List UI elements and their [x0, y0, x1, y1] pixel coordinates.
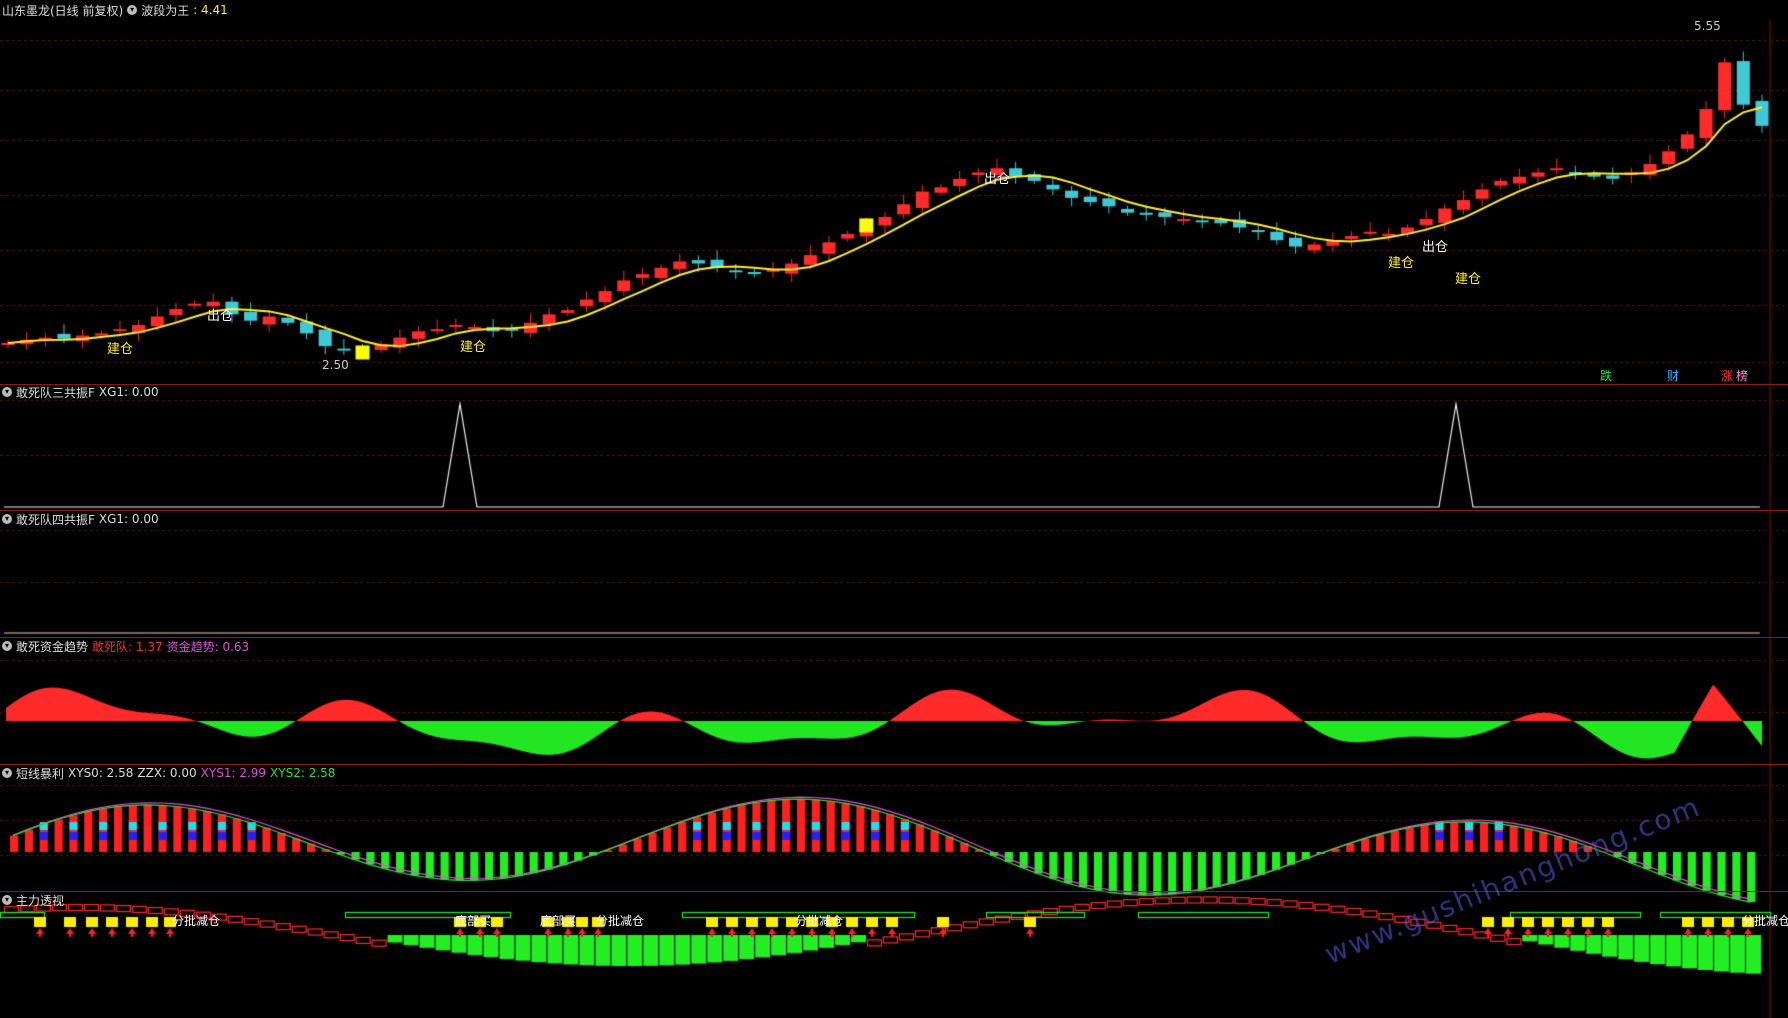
price-high-label: 5.55 — [1694, 19, 1721, 33]
settings-dot-icon[interactable]: ▾ — [2, 641, 12, 651]
main-panel-title: 山东墨龙(日线 前复权) ▾ 波段为王 : 4.41 — [2, 2, 228, 18]
settings-dot-icon[interactable]: ▾ — [2, 514, 12, 524]
panel5-label: 分批减仓 — [795, 914, 844, 928]
panel1-stat: XG1: 0.00 — [98, 385, 159, 399]
panel1-name: 敢死队三共振F — [16, 385, 95, 400]
badge-die[interactable]: 跌 — [1600, 367, 1612, 384]
signal-label: 出仓 — [207, 309, 234, 324]
stock-title: 山东墨龙(日线 前复权) — [2, 3, 124, 18]
signal-label: 出仓 — [1422, 240, 1449, 255]
panel5-name: 主力透视 — [16, 893, 65, 908]
panel5-title: ▾ 主力透视 — [2, 892, 64, 908]
settings-dot-icon[interactable]: ▾ — [2, 895, 12, 905]
panel5-label: 分批减仓 — [172, 914, 221, 928]
price-low-label: 2.50 — [322, 358, 349, 372]
panel3-title: ▾ 敢死资金趋势 敢死队: 1.37 资金趋势: 0.63 — [2, 638, 249, 654]
panel4-series-xys0: XYS0: 2.58 — [68, 766, 134, 780]
panel5-label: 分批减仓 — [1742, 914, 1788, 928]
badge-cai[interactable]: 财 — [1667, 367, 1679, 384]
panel2-name: 敢死队四共振F — [16, 512, 95, 527]
panel5-label: 分批减仓 — [596, 914, 645, 928]
settings-dot-icon[interactable]: ▾ — [2, 387, 12, 397]
panel-separator — [0, 510, 1788, 511]
signal-label: 建仓 — [107, 342, 134, 357]
badge-bang[interactable]: 榜 — [1736, 367, 1748, 384]
settings-dot-icon[interactable]: ▾ — [2, 768, 12, 778]
panel5-label: 底部买 — [540, 914, 577, 928]
panel4-series-xys1: XYS1: 2.99 — [200, 766, 267, 780]
signal-label: 建仓 — [1455, 272, 1482, 287]
panel1-title: ▾ 敢死队三共振F XG1: 0.00 — [2, 384, 159, 400]
badge-zhang[interactable]: 涨 — [1721, 367, 1733, 384]
panel2-title: ▾ 敢死队四共振F XG1: 0.00 — [2, 511, 159, 527]
panel-separator — [0, 637, 1788, 638]
signal-label: 出仓 — [984, 172, 1011, 187]
panel4-series-zzx: ZZX: 0.00 — [137, 766, 197, 780]
panel4-name: 短线暴利 — [16, 766, 65, 781]
panel2-stat: XG1: 0.00 — [98, 512, 159, 526]
panel3-series-a: 敢死队: 1.37 — [92, 639, 163, 654]
indicator-name: 波段为王 — [141, 3, 190, 18]
settings-dot-icon[interactable]: ▾ — [127, 5, 138, 15]
panel3-series-b: 资金趋势: 0.63 — [166, 639, 250, 654]
panel4-title: ▾ 短线暴利 XYS0: 2.58 ZZX: 0.00 XYS1: 2.99 X… — [2, 765, 335, 781]
signal-label: 建仓 — [1388, 256, 1415, 271]
indicator-value: : 4.41 — [193, 3, 228, 17]
panel5-label: 底部买 — [455, 914, 492, 928]
panel-separator — [0, 384, 1788, 385]
panel3-name: 敢死资金趋势 — [16, 639, 89, 654]
signal-label: 建仓 — [460, 340, 487, 355]
panel4-series-xys2: XYS2: 2.58 — [270, 766, 336, 780]
